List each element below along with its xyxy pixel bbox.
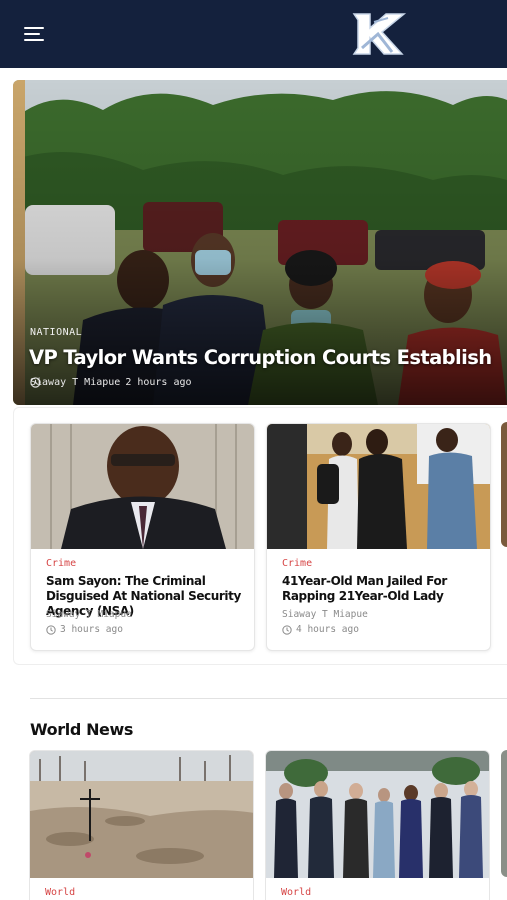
story-category[interactable]: Crime — [282, 558, 312, 569]
story-time: 3 hours ago — [46, 624, 123, 635]
section-divider — [30, 698, 507, 699]
hero-meta: Siaway T Miapue 2 hours ago — [30, 377, 192, 388]
top-app-bar — [0, 0, 507, 68]
world-news-heading[interactable]: World News — [30, 720, 133, 739]
story-category[interactable]: World — [45, 887, 75, 898]
story-author[interactable]: Siaway T Miapue — [282, 609, 368, 620]
hero-category[interactable]: NATIONAL — [30, 327, 82, 338]
hero-story[interactable]: NATIONAL VP Taylor Wants Corruption Cour… — [13, 80, 507, 405]
clock-icon — [46, 624, 56, 635]
clock-icon — [30, 377, 41, 388]
story-photo — [31, 424, 254, 549]
hero-headline[interactable]: VP Taylor Wants Corruption Courts Establ… — [29, 346, 492, 369]
story-time-text: 4 hours ago — [296, 624, 359, 635]
story-time-text: 3 hours ago — [60, 624, 123, 635]
world-story-card[interactable]: World — [29, 750, 254, 900]
story-time: 4 hours ago — [282, 624, 359, 635]
story-category[interactable]: World — [281, 887, 311, 898]
clock-icon — [282, 624, 292, 635]
world-story-card[interactable]: World — [265, 750, 490, 900]
story-category[interactable]: Crime — [46, 558, 76, 569]
k-logo-icon[interactable] — [348, 8, 408, 60]
hero-author[interactable]: Siaway T Miapue — [30, 377, 120, 388]
next-card-peek[interactable] — [501, 750, 507, 877]
story-card[interactable]: Crime Sam Sayon: The Criminal Disguised … — [30, 423, 255, 651]
story-headline[interactable]: 41Year-Old Man Jailed For Rapping 21Year… — [282, 574, 482, 604]
story-photo — [267, 424, 490, 549]
story-card[interactable]: Crime 41Year-Old Man Jailed For Rapping … — [266, 423, 491, 651]
hamburger-menu-icon[interactable] — [24, 27, 46, 43]
featured-stories-section: Crime Sam Sayon: The Criminal Disguised … — [13, 407, 507, 665]
story-author[interactable]: Siaway T Miapue — [46, 609, 132, 620]
hero-time: 2 hours ago — [125, 377, 192, 388]
story-photo — [30, 751, 253, 878]
next-card-peek[interactable] — [501, 422, 507, 547]
story-photo — [266, 751, 489, 878]
